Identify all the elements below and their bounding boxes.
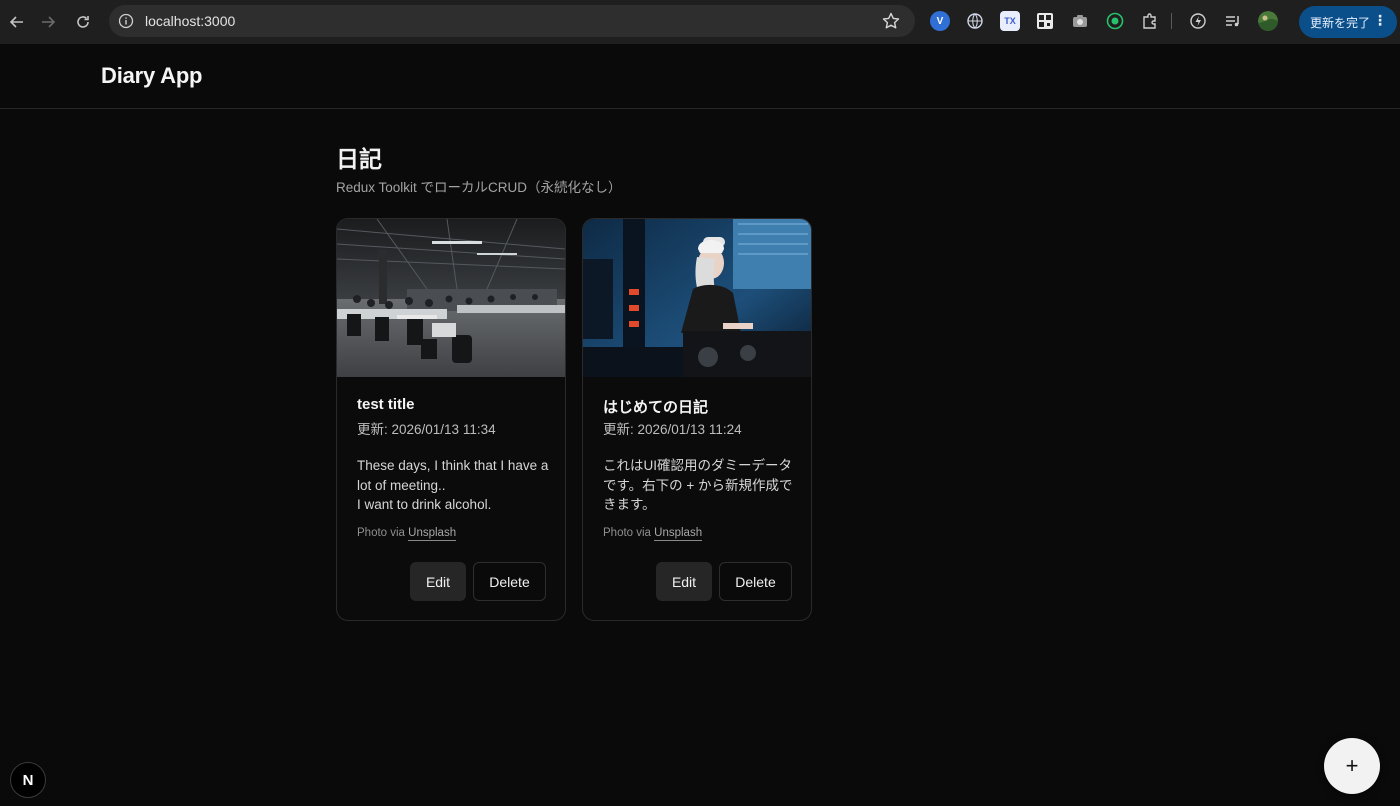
photo-credit: Photo via Unsplash [357,527,457,541]
entry-title[interactable]: はじめての日記 [603,396,708,417]
translate-icon[interactable] [965,11,985,31]
entry-title[interactable]: test title [357,396,415,413]
flash-icon[interactable] [1188,11,1208,31]
reload-icon[interactable] [66,5,100,39]
app-header: Diary App [0,44,1400,109]
app-title[interactable]: Diary App [101,63,202,89]
forward-icon[interactable] [31,5,65,39]
page-title: 日記 [336,146,382,172]
dj-photo [583,219,811,377]
delete-button[interactable]: Delete [719,562,792,601]
qr-icon[interactable] [1035,11,1055,31]
tex-icon[interactable]: TX [1000,11,1020,31]
entry-body: These days, I think that I have a lot of… [357,458,549,512]
edit-button[interactable]: Edit [410,562,466,601]
menu-kebab-icon[interactable]: ⋮ [1373,13,1387,27]
delete-button[interactable]: Delete [473,562,546,601]
page-subtitle: Redux Toolkit でローカルCRUD（永続化なし） [336,180,622,195]
entry-updated-date: 更新: 2026/01/13 11:34 [357,422,496,437]
extensions-bar: V TX [930,11,1293,31]
record-icon[interactable] [1105,11,1125,31]
toolbar-separator [1171,13,1172,29]
site-info-icon[interactable] [118,13,134,29]
photo-credit: Photo via Unsplash [603,527,703,541]
edit-button[interactable]: Edit [656,562,712,601]
unsplash-link[interactable]: Unsplash [408,527,457,541]
entry-body: これはUI確認用のダミーデータです。右下の + から新規作成できます。 [603,458,793,512]
update-button-label: 更新を完了 [1310,15,1371,30]
browser-toolbar: localhost:3000 V TX 更新を完了 ⋮ [0,0,1400,44]
photo-credit-prefix: Photo via [357,527,405,539]
profile-avatar[interactable] [1258,11,1278,31]
address-bar[interactable]: localhost:3000 [109,5,915,37]
unsplash-link[interactable]: Unsplash [654,527,703,541]
playlist-icon[interactable] [1223,11,1243,31]
url-text[interactable]: localhost:3000 [145,13,235,29]
camera-icon[interactable] [1070,11,1090,31]
update-chrome-button[interactable]: 更新を完了 ⋮ [1299,6,1397,38]
vpn-icon[interactable]: V [930,11,950,31]
diary-card: test title 更新: 2026/01/13 11:34 These da… [336,218,566,621]
photo-credit-prefix: Photo via [603,527,651,539]
entry-updated-date: 更新: 2026/01/13 11:24 [603,422,742,437]
office-photo [337,219,565,377]
puzzle-icon[interactable] [1140,11,1160,31]
nextjs-dev-badge[interactable]: N [10,762,46,798]
bookmark-star-icon[interactable] [881,11,901,31]
diary-card: はじめての日記 更新: 2026/01/13 11:24 これはUI確認用のダミ… [582,218,812,621]
add-entry-button[interactable]: + [1324,738,1380,794]
back-icon[interactable] [0,5,34,39]
